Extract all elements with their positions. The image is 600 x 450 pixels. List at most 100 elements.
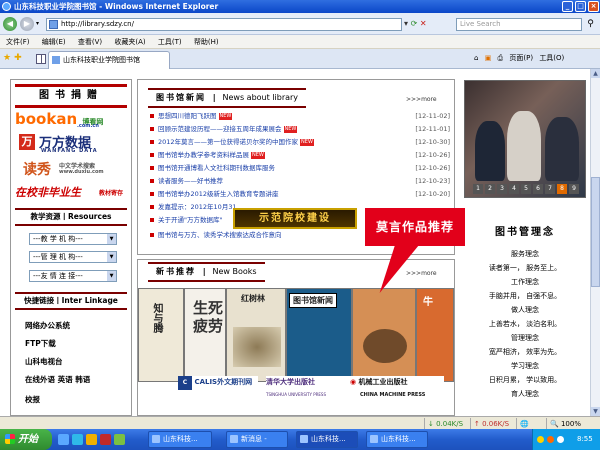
slide-number[interactable]: 7	[545, 184, 555, 194]
news-item[interactable]: 读者服务——好书推荐 [12-10-23]	[150, 176, 450, 187]
address-field[interactable]: http://library.sdzy.cn/	[46, 18, 402, 31]
news-title-en: News about library	[222, 93, 299, 102]
news-item[interactable]: 图书馆举办教学参考资料样品展 NEW [12-10-26]	[150, 150, 450, 161]
qq-quicklaunch-icon[interactable]	[72, 434, 83, 445]
folder-quicklaunch-icon[interactable]	[86, 434, 97, 445]
book-cover[interactable]: 知与腾	[138, 288, 184, 382]
back-button[interactable]: ◀	[3, 17, 17, 31]
ftp-link[interactable]: FTP下载	[25, 338, 56, 349]
slide-number[interactable]: 2	[485, 184, 495, 194]
taskbar-item[interactable]: 山东科技...	[148, 431, 212, 448]
refresh-icon[interactable]: ⟳	[411, 19, 418, 28]
quick-tabs-icon[interactable]	[36, 54, 46, 64]
search-input[interactable]: Live Search	[456, 18, 582, 31]
app-quicklaunch-icon[interactable]	[100, 434, 111, 445]
menu-help[interactable]: 帮助(H)	[194, 38, 219, 46]
slide-number[interactable]: 1	[473, 184, 483, 194]
zoom-value: 100%	[560, 420, 581, 428]
slide-number-active[interactable]: 8	[557, 184, 567, 194]
favorites-star-icon[interactable]: ★✚	[3, 53, 25, 63]
cover-illustration	[363, 329, 407, 363]
graduate-storage-link[interactable]: 在校非毕业生	[15, 184, 81, 200]
app-quicklaunch-icon[interactable]	[114, 434, 125, 445]
office-system-link[interactable]: 网络办公系统	[25, 320, 70, 331]
page-menu[interactable]: 页面(P)	[509, 54, 533, 62]
home-icon[interactable]: ⌂	[474, 54, 478, 62]
menu-tools[interactable]: 工具(T)	[158, 38, 182, 46]
tab-library[interactable]: 山东科技职业学院图书馆	[48, 51, 170, 69]
window-icon	[300, 435, 308, 443]
moyan-callout[interactable]: 莫言作品推荐	[365, 208, 465, 246]
menu-file[interactable]: 文件(F)	[6, 38, 30, 46]
news-item[interactable]: 思想四川德阳飞跃图 NEW [12-11-02]	[150, 111, 450, 122]
start-button[interactable]: 开始	[0, 429, 52, 450]
zoom-level[interactable]: 🔍 100%	[546, 418, 581, 429]
menu-favorites[interactable]: 收藏夹(A)	[114, 38, 145, 46]
feeds-icon[interactable]: ▣	[485, 54, 492, 62]
menu-edit[interactable]: 编辑(E)	[42, 38, 66, 46]
news-item[interactable]: 回顾示范建设历程——迎接五周年成果展会 NEW [12-11-01]	[150, 124, 450, 135]
stop-icon[interactable]: ✕	[420, 19, 427, 28]
volume-icon[interactable]	[557, 436, 564, 443]
slide-number[interactable]: 6	[533, 184, 543, 194]
tsinghua-press-link[interactable]: 清华大学出版社 TSINGHUA UNIVERSITY PRESS	[266, 376, 350, 402]
news-more-link[interactable]: >>>more	[406, 96, 437, 103]
taskbar-item-active[interactable]: 山东科技...	[296, 431, 358, 448]
management-org-select[interactable]: ---管 理 机 构--- ▼	[29, 251, 117, 263]
calis-journals-link[interactable]: C CALIS外文期刊网	[178, 376, 258, 402]
news-item[interactable]: 2012年莫言——第一位获得诺贝尔奖的中国作家 NEW [12-10-30]	[150, 137, 450, 148]
bullet-icon	[150, 205, 154, 209]
menu-view[interactable]: 查看(V)	[78, 38, 102, 46]
address-url: http://library.sdzy.cn/	[61, 20, 134, 28]
ie-quicklaunch-icon[interactable]	[58, 434, 69, 445]
friend-links-select[interactable]: ---友 情 连 接--- ▼	[29, 270, 117, 282]
tray-icon[interactable]	[547, 436, 554, 443]
security-zone-icon: 🌐	[516, 418, 529, 429]
scroll-down-icon[interactable]: ▼	[591, 407, 600, 416]
machine-press-link[interactable]: ◉ 机械工业出版社 CHINA MACHINE PRESS	[350, 376, 444, 402]
scroll-thumb[interactable]	[591, 177, 600, 287]
philosophy-text: 宽严相济， 效率为先。	[488, 348, 562, 356]
slide-number[interactable]: 5	[521, 184, 531, 194]
donation-title: 图书捐赠	[15, 84, 127, 108]
news-item[interactable]: 图书馆举办2012级新生入馆教育专题讲座 [12-10-20]	[150, 189, 450, 200]
slide-number[interactable]: 4	[509, 184, 519, 194]
slide-number[interactable]: 9	[569, 184, 579, 194]
history-dropdown-icon[interactable]: ▾	[36, 20, 39, 27]
scroll-up-icon[interactable]: ▲	[591, 69, 600, 78]
book-cover[interactable]: 图书馆新闻	[286, 288, 352, 382]
slide-number[interactable]: 3	[497, 184, 507, 194]
campus-construction-banner[interactable]: 示范院校建设	[233, 208, 357, 229]
taskbar-item[interactable]: 山东科技...	[366, 431, 428, 448]
online-language-link[interactable]: 在线外语 英语 韩语	[25, 374, 90, 385]
news-item[interactable]: 图书馆开通博看人文社科期刊数据库服务 [12-10-26]	[150, 163, 450, 174]
taskbar-item[interactable]: 新消息 -	[226, 431, 288, 448]
tools-menu[interactable]: 工具(O)	[539, 54, 564, 62]
new-badge-icon: NEW	[300, 138, 314, 146]
duxiu-logo[interactable]: 读秀	[23, 159, 51, 179]
new-badge-icon: NEW	[251, 151, 265, 159]
school-paper-link[interactable]: 校报	[25, 394, 40, 405]
books-more-link[interactable]: >>>more	[406, 270, 437, 277]
tv-station-link[interactable]: 山科电视台	[25, 356, 63, 367]
book-cover[interactable]: 红树林	[226, 288, 286, 382]
book-cover[interactable]: 生死疲劳	[184, 288, 226, 382]
print-icon[interactable]: ⎙	[498, 54, 504, 62]
vertical-scrollbar[interactable]: ▲ ▼	[590, 69, 600, 416]
close-button[interactable]: ×	[588, 1, 599, 12]
search-icon[interactable]: ⚲	[584, 18, 597, 31]
slide-photo-person	[507, 111, 541, 181]
upload-value: 0.06K/S	[482, 420, 510, 428]
teaching-org-select[interactable]: ---教 学 机 构--- ▼	[29, 233, 117, 245]
minimize-button[interactable]: _	[562, 1, 573, 12]
book-cover[interactable]	[352, 288, 416, 382]
forward-button[interactable]: ▶	[20, 17, 34, 31]
photo-slideshow[interactable]: 1 2 3 4 5 6 7 8 9	[464, 80, 586, 198]
graduate-storage-sub: 教材寄存	[99, 190, 124, 197]
tray-icon[interactable]	[537, 436, 544, 443]
address-dropdown-icon[interactable]: ▾	[404, 19, 408, 28]
bullet-icon	[150, 127, 154, 131]
news-item-date: [12-10-23]	[415, 177, 450, 185]
book-cover[interactable]: 牛	[416, 288, 454, 382]
maximize-button[interactable]: □	[575, 1, 586, 12]
